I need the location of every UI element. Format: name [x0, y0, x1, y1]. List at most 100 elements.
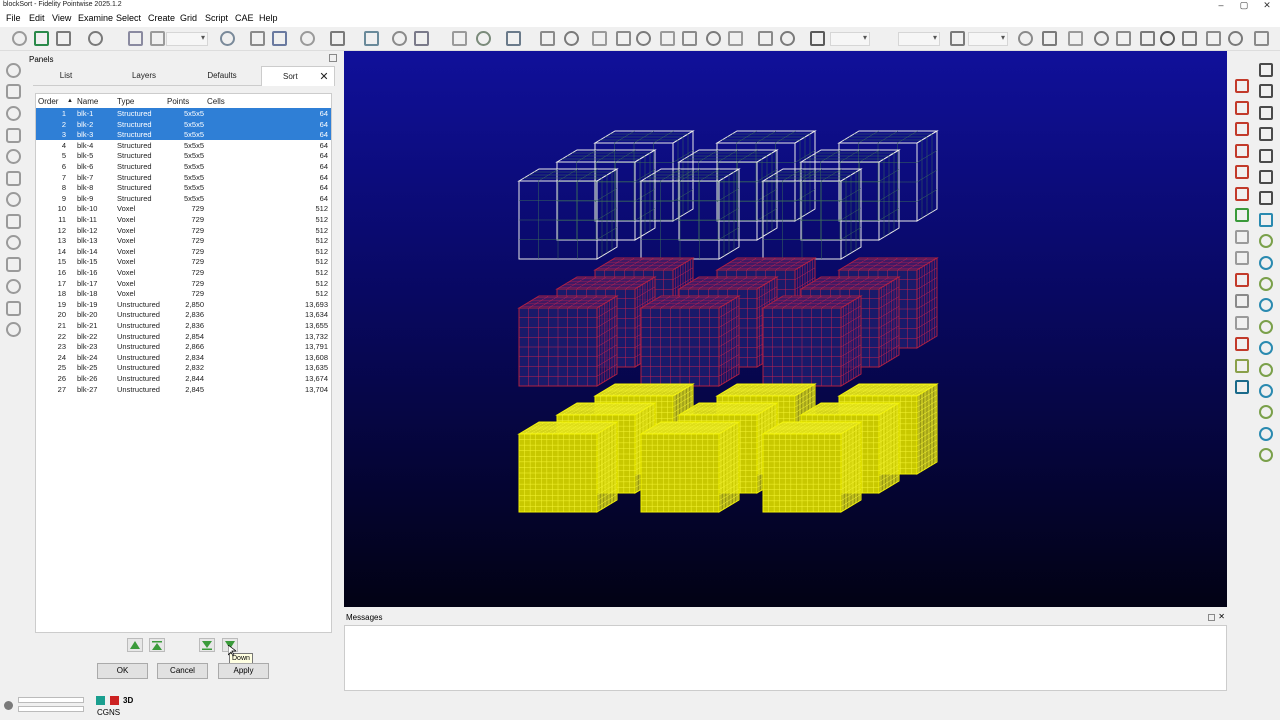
view-tool-icon[interactable] — [1235, 143, 1249, 158]
view-tool-icon[interactable] — [1235, 100, 1249, 115]
view-tool-icon[interactable] — [1235, 294, 1249, 308]
toolbar-tool-icon[interactable] — [1228, 31, 1243, 46]
view-tool-icon[interactable] — [1235, 79, 1249, 93]
voxel-block[interactable] — [639, 295, 741, 387]
table-row[interactable]: 14 blk-14 Voxel 729 512 — [36, 246, 331, 257]
tab-sort[interactable]: Sort ✕ — [261, 66, 335, 86]
toolbar-tool-icon[interactable] — [88, 31, 103, 46]
toolbar-tool-icon[interactable] — [452, 31, 467, 46]
create-tool-icon[interactable] — [6, 149, 21, 164]
orientation-tool-icon[interactable] — [1259, 362, 1273, 377]
toolbar-tool-icon[interactable] — [1068, 31, 1083, 46]
menu-examine[interactable]: Examine — [78, 13, 113, 23]
table-row[interactable]: 26 blk-26 Unstructured 2,844 13,674 — [36, 373, 331, 384]
toolbar-tool-icon[interactable] — [592, 31, 607, 46]
toolbar-tool-icon[interactable] — [414, 31, 429, 46]
unstructured-mode-icon[interactable] — [110, 696, 119, 705]
column-name[interactable]: Name — [77, 97, 98, 106]
orientation-tool-icon[interactable] — [1259, 255, 1273, 270]
apply-button[interactable]: Apply — [218, 663, 269, 679]
toolbar-tool-icon[interactable] — [1116, 31, 1131, 46]
create-tool-icon[interactable] — [6, 322, 21, 337]
move-up-button[interactable] — [127, 638, 143, 652]
toolbar-tool-icon[interactable] — [272, 31, 287, 46]
orientation-tool-icon[interactable] — [1259, 298, 1273, 313]
unstructured-block[interactable] — [761, 421, 863, 513]
orientation-tool-icon[interactable] — [1259, 105, 1273, 120]
toolbar-tool-icon[interactable] — [128, 31, 143, 46]
table-row[interactable]: 9 blk-9 Structured 5x5x5 64 — [36, 193, 331, 204]
table-row[interactable]: 11 blk-11 Voxel 729 512 — [36, 214, 331, 225]
panels-float-button[interactable] — [329, 54, 337, 62]
create-tool-icon[interactable] — [6, 214, 21, 229]
toolbar-tool-icon[interactable] — [810, 31, 825, 46]
toolbar-tool-icon[interactable] — [1094, 31, 1109, 46]
menu-view[interactable]: View — [52, 13, 71, 23]
mode-3d-label[interactable]: 3D — [123, 696, 133, 705]
toolbar-dropdown[interactable] — [968, 32, 1008, 46]
3d-viewport[interactable] — [344, 51, 1227, 607]
toolbar-dropdown[interactable] — [898, 32, 940, 46]
move-top-button[interactable] — [149, 638, 165, 652]
column-points[interactable]: Points — [167, 97, 189, 106]
table-row[interactable]: 17 blk-17 Voxel 729 512 — [36, 278, 331, 289]
toolbar-tool-icon[interactable] — [706, 31, 721, 46]
unstructured-block[interactable] — [517, 421, 619, 513]
table-row[interactable]: 25 blk-25 Unstructured 2,832 13,635 — [36, 362, 331, 373]
orientation-tool-icon[interactable] — [1259, 277, 1273, 291]
view-tool-icon[interactable] — [1235, 251, 1249, 265]
toolbar-tool-icon[interactable] — [616, 31, 631, 46]
menu-create[interactable]: Create — [148, 13, 175, 23]
toolbar-dropdown[interactable] — [830, 32, 870, 46]
table-row[interactable]: 16 blk-16 Voxel 729 512 — [36, 267, 331, 278]
toolbar-tool-icon[interactable] — [300, 31, 315, 46]
orientation-tool-icon[interactable] — [1259, 384, 1273, 398]
toolbar-tool-icon[interactable] — [1206, 31, 1221, 46]
create-tool-icon[interactable] — [6, 84, 21, 99]
menu-file[interactable]: File — [6, 13, 21, 23]
column-order[interactable]: Order — [38, 97, 58, 106]
structured-block[interactable] — [517, 168, 619, 260]
messages-float-button[interactable] — [1208, 614, 1215, 621]
table-row[interactable]: 18 blk-18 Voxel 729 512 — [36, 288, 331, 299]
menu-cae[interactable]: CAE — [235, 13, 254, 23]
cancel-button[interactable]: Cancel — [157, 663, 208, 679]
orientation-tool-icon[interactable] — [1259, 63, 1273, 77]
view-tool-icon[interactable] — [1235, 358, 1249, 373]
column-cells[interactable]: Cells — [207, 97, 225, 106]
table-row[interactable]: 12 blk-12 Voxel 729 512 — [36, 225, 331, 236]
toolbar-tool-icon[interactable] — [1042, 31, 1057, 46]
toolbar-tool-icon[interactable] — [150, 31, 165, 46]
create-tool-icon[interactable] — [6, 192, 21, 207]
view-tool-icon[interactable] — [1235, 315, 1249, 330]
create-tool-icon[interactable] — [6, 301, 21, 316]
move-bottom-button[interactable] — [199, 638, 215, 652]
menu-script[interactable]: Script — [205, 13, 228, 23]
toolbar-tool-icon[interactable] — [330, 31, 345, 46]
toolbar-tool-icon[interactable] — [12, 31, 27, 46]
toolbar-tool-icon[interactable] — [660, 31, 675, 46]
table-row[interactable]: 22 blk-22 Unstructured 2,854 13,732 — [36, 331, 331, 342]
toolbar-tool-icon[interactable] — [1254, 31, 1269, 46]
view-tool-icon[interactable] — [1235, 272, 1249, 287]
orientation-tool-icon[interactable] — [1259, 127, 1273, 142]
table-row[interactable]: 23 blk-23 Unstructured 2,866 13,791 — [36, 341, 331, 352]
create-tool-icon[interactable] — [6, 106, 21, 121]
table-row[interactable]: 20 blk-20 Unstructured 2,836 13,634 — [36, 309, 331, 320]
view-tool-icon[interactable] — [1235, 186, 1249, 201]
orientation-tool-icon[interactable] — [1259, 170, 1273, 184]
toolbar-tool-icon[interactable] — [476, 31, 491, 46]
table-row[interactable]: 8 blk-8 Structured 5x5x5 64 — [36, 182, 331, 193]
toolbar-tool-icon[interactable] — [364, 31, 379, 46]
table-row[interactable]: 2 blk-2 Structured 5x5x5 64 — [36, 118, 331, 130]
table-row[interactable]: 4 blk-4 Structured 5x5x5 64 — [36, 140, 331, 151]
voxel-block[interactable] — [761, 295, 863, 387]
view-tool-icon[interactable] — [1235, 122, 1249, 136]
create-tool-icon[interactable] — [6, 171, 21, 186]
toolbar-tool-icon[interactable] — [564, 31, 579, 46]
tab-defaults[interactable]: Defaults — [189, 66, 255, 86]
close-window-button[interactable]: ✕ — [1255, 0, 1279, 11]
view-tool-icon[interactable] — [1235, 229, 1249, 244]
view-tool-icon[interactable] — [1235, 380, 1249, 394]
toolbar-tool-icon[interactable] — [506, 31, 521, 46]
